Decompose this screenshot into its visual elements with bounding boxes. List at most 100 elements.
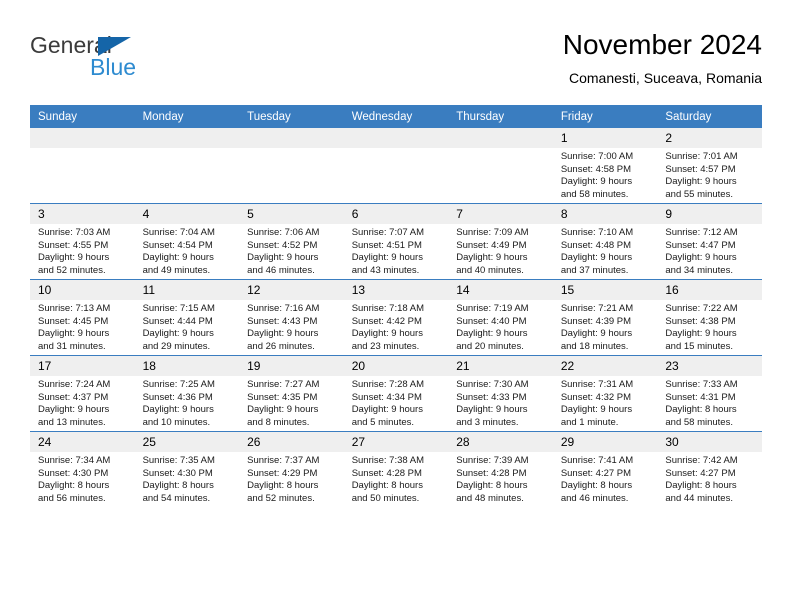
calendar-day-cell[interactable]: 26 Sunrise: 7:37 AM Sunset: 4:29 PM Dayligh… — [239, 431, 344, 507]
sunset-text: Sunset: 4:30 PM — [38, 467, 109, 479]
daylight-text-line1: Daylight: 9 hours — [247, 404, 319, 416]
calendar-day-cell[interactable]: 17 Sunrise: 7:24 AM Sunset: 4:37 PM Dayligh… — [30, 355, 135, 432]
sunset-text: Sunset: 4:35 PM — [247, 391, 318, 403]
calendar-day-cell[interactable]: 10 Sunrise: 7:13 AM Sunset: 4:45 PM Dayligh… — [30, 279, 135, 356]
calendar-day-cell[interactable]: 16 Sunrise: 7:22 AM Sunset: 4:38 PM Dayligh… — [657, 279, 762, 356]
calendar-day-cell[interactable]: 15 Sunrise: 7:21 AM Sunset: 4:39 PM Dayligh… — [552, 279, 658, 356]
day-number — [134, 128, 240, 148]
sunrise-text: Sunrise: 7:38 AM — [351, 455, 425, 466]
sunrise-text: Sunrise: 7:27 AM — [247, 379, 320, 390]
calendar-day-cell[interactable]: 6 Sunrise: 7:07 AM Sunset: 4:51 PM Daylight… — [343, 203, 449, 280]
daylight-text-line1: Daylight: 9 hours — [665, 328, 737, 340]
calendar-week-row: 17 Sunrise: 7:24 AM Sunset: 4:37 PM Dayligh… — [30, 355, 762, 432]
day-number: 23 — [657, 356, 762, 376]
daylight-text-line2: and 58 minutes. — [560, 188, 629, 200]
calendar-day-cell[interactable]: 4 Sunrise: 7:04 AM Sunset: 4:54 PM Daylight… — [134, 203, 240, 280]
calendar-day-cell[interactable]: 30 Sunrise: 7:42 AM Sunset: 4:27 PM Dayligh… — [657, 431, 762, 507]
sunrise-text: Sunrise: 7:42 AM — [665, 455, 738, 466]
calendar-day-cell[interactable]: 28 Sunrise: 7:39 AM Sunset: 4:28 PM Dayligh… — [448, 431, 553, 507]
daylight-text-line2: and 18 minutes. — [560, 340, 629, 352]
calendar-day-cell[interactable]: 22 Sunrise: 7:31 AM Sunset: 4:32 PM Dayligh… — [552, 355, 658, 432]
title-block: November 2024 Comanesti, Suceava, Romani… — [563, 28, 762, 88]
day-sun-info: Sunrise: 7:34 AM Sunset: 4:30 PM Daylight:… — [30, 452, 135, 505]
day-number — [239, 128, 344, 148]
calendar-day-cell[interactable]: 20 Sunrise: 7:28 AM Sunset: 4:34 PM Dayligh… — [343, 355, 449, 432]
day-sun-info: Sunrise: 7:22 AM Sunset: 4:38 PM Daylight:… — [657, 300, 762, 353]
calendar-week-row: 1 Sunrise: 7:00 AM Sunset: 4:58 PM Daylight… — [30, 128, 762, 204]
daylight-text-line1: Daylight: 9 hours — [351, 328, 423, 340]
calendar-day-cell[interactable]: 14 Sunrise: 7:19 AM Sunset: 4:40 PM Dayligh… — [448, 279, 553, 356]
day-number: 18 — [134, 356, 240, 376]
day-number: 11 — [134, 280, 240, 300]
sunset-text: Sunset: 4:27 PM — [665, 467, 736, 479]
calendar-day-cell-empty — [343, 128, 449, 204]
daylight-text-line2: and 48 minutes. — [456, 492, 524, 504]
sunset-text: Sunset: 4:31 PM — [665, 391, 736, 403]
calendar-day-cell[interactable]: 7 Sunrise: 7:09 AM Sunset: 4:49 PM Daylight… — [448, 203, 553, 280]
calendar-day-cell[interactable]: 5 Sunrise: 7:06 AM Sunset: 4:52 PM Daylight… — [239, 203, 344, 280]
sunset-text: Sunset: 4:37 PM — [38, 391, 109, 403]
sunset-text: Sunset: 4:33 PM — [456, 391, 527, 403]
calendar-day-cell[interactable]: 12 Sunrise: 7:16 AM Sunset: 4:43 PM Dayligh… — [239, 279, 344, 356]
day-number: 12 — [239, 280, 344, 300]
day-number: 17 — [30, 356, 135, 376]
calendar-day-cell[interactable]: 11 Sunrise: 7:15 AM Sunset: 4:44 PM Dayligh… — [134, 279, 240, 356]
day-number: 5 — [239, 204, 344, 224]
daylight-text-line2: and 55 minutes. — [665, 188, 733, 200]
calendar-day-cell[interactable]: 9 Sunrise: 7:12 AM Sunset: 4:47 PM Daylight… — [657, 203, 762, 280]
daylight-text-line1: Daylight: 9 hours — [351, 404, 423, 416]
daylight-text-line1: Daylight: 9 hours — [456, 252, 528, 264]
daylight-text-line1: Daylight: 9 hours — [560, 252, 633, 264]
day-number: 26 — [239, 432, 344, 452]
calendar-day-cell[interactable]: 8 Sunrise: 7:10 AM Sunset: 4:48 PM Daylight… — [552, 203, 658, 280]
calendar-day-cell[interactable]: 13 Sunrise: 7:18 AM Sunset: 4:42 PM Dayligh… — [343, 279, 449, 356]
day-sun-info: Sunrise: 7:30 AM Sunset: 4:33 PM Daylight:… — [448, 376, 553, 429]
weekday-header-saturday: Saturday — [657, 105, 762, 128]
day-number: 28 — [448, 432, 553, 452]
sunrise-text: Sunrise: 7:00 AM — [560, 151, 634, 162]
daylight-text-line2: and 43 minutes. — [351, 264, 420, 276]
sunset-text: Sunset: 4:45 PM — [38, 315, 109, 327]
day-sun-info: Sunrise: 7:10 AM Sunset: 4:48 PM Daylight:… — [553, 224, 658, 277]
logo-text-blue: Blue — [90, 54, 137, 80]
day-number: 22 — [552, 356, 658, 376]
day-sun-info: Sunrise: 7:04 AM Sunset: 4:54 PM Daylight:… — [135, 224, 240, 277]
calendar-day-cell[interactable]: 18 Sunrise: 7:25 AM Sunset: 4:36 PM Dayligh… — [134, 355, 240, 432]
page-header: General Blue November 2024 Comanesti, Su… — [30, 28, 762, 98]
daylight-text-line1: Daylight: 8 hours — [560, 480, 633, 492]
day-number: 24 — [30, 432, 135, 452]
daylight-text-line1: Daylight: 9 hours — [456, 404, 528, 416]
calendar-day-cell[interactable]: 19 Sunrise: 7:27 AM Sunset: 4:35 PM Dayligh… — [239, 355, 344, 432]
calendar-day-cell[interactable]: 3 Sunrise: 7:03 AM Sunset: 4:55 PM Daylight… — [30, 203, 135, 280]
day-sun-info: Sunrise: 7:35 AM Sunset: 4:30 PM Daylight:… — [135, 452, 240, 505]
day-sun-info: Sunrise: 7:12 AM Sunset: 4:47 PM Daylight:… — [657, 224, 762, 277]
calendar-day-cell[interactable]: 25 Sunrise: 7:35 AM Sunset: 4:30 PM Dayligh… — [134, 431, 240, 507]
sunrise-text: Sunrise: 7:15 AM — [142, 303, 215, 314]
day-sun-info: Sunrise: 7:38 AM Sunset: 4:28 PM Daylight:… — [344, 452, 449, 505]
calendar-day-cell[interactable]: 1 Sunrise: 7:00 AM Sunset: 4:58 PM Daylight… — [552, 128, 658, 204]
sunset-text: Sunset: 4:47 PM — [665, 239, 736, 251]
daylight-text-line1: Daylight: 8 hours — [351, 480, 423, 492]
calendar-day-cell[interactable]: 29 Sunrise: 7:41 AM Sunset: 4:27 PM Dayligh… — [552, 431, 658, 507]
page-title: November 2024 — [562, 29, 762, 60]
sunset-text: Sunset: 4:39 PM — [560, 315, 632, 327]
calendar-day-cell[interactable]: 27 Sunrise: 7:38 AM Sunset: 4:28 PM Dayligh… — [343, 431, 449, 507]
calendar-day-cell[interactable]: 2 Sunrise: 7:01 AM Sunset: 4:57 PM Daylight… — [657, 128, 762, 204]
day-sun-info: Sunrise: 7:07 AM Sunset: 4:51 PM Daylight:… — [344, 224, 449, 277]
calendar-day-cell-empty — [134, 128, 240, 204]
general-blue-logo[interactable]: General Blue — [30, 32, 230, 88]
daylight-text-line1: Daylight: 9 hours — [142, 252, 214, 264]
day-sun-info: Sunrise: 7:16 AM Sunset: 4:43 PM Daylight:… — [239, 300, 344, 353]
calendar-day-cell[interactable]: 24 Sunrise: 7:34 AM Sunset: 4:30 PM Dayligh… — [30, 431, 135, 507]
calendar-header-row: Sunday Monday Tuesday Wednesday Thursday… — [30, 105, 762, 128]
calendar-body: 1 Sunrise: 7:00 AM Sunset: 4:58 PM Daylight… — [30, 128, 762, 507]
daylight-text-line2: and 20 minutes. — [456, 340, 524, 352]
day-sun-info: Sunrise: 7:00 AM Sunset: 4:58 PM Daylight:… — [553, 148, 658, 201]
calendar-day-cell[interactable]: 23 Sunrise: 7:33 AM Sunset: 4:31 PM Dayligh… — [657, 355, 762, 432]
calendar-day-cell[interactable]: 21 Sunrise: 7:30 AM Sunset: 4:33 PM Dayligh… — [448, 355, 553, 432]
calendar-day-cell-empty — [448, 128, 553, 204]
day-number: 21 — [448, 356, 553, 376]
sunrise-text: Sunrise: 7:39 AM — [456, 455, 529, 466]
sunset-text: Sunset: 4:30 PM — [142, 467, 213, 479]
daylight-text-line2: and 13 minutes. — [38, 416, 106, 428]
